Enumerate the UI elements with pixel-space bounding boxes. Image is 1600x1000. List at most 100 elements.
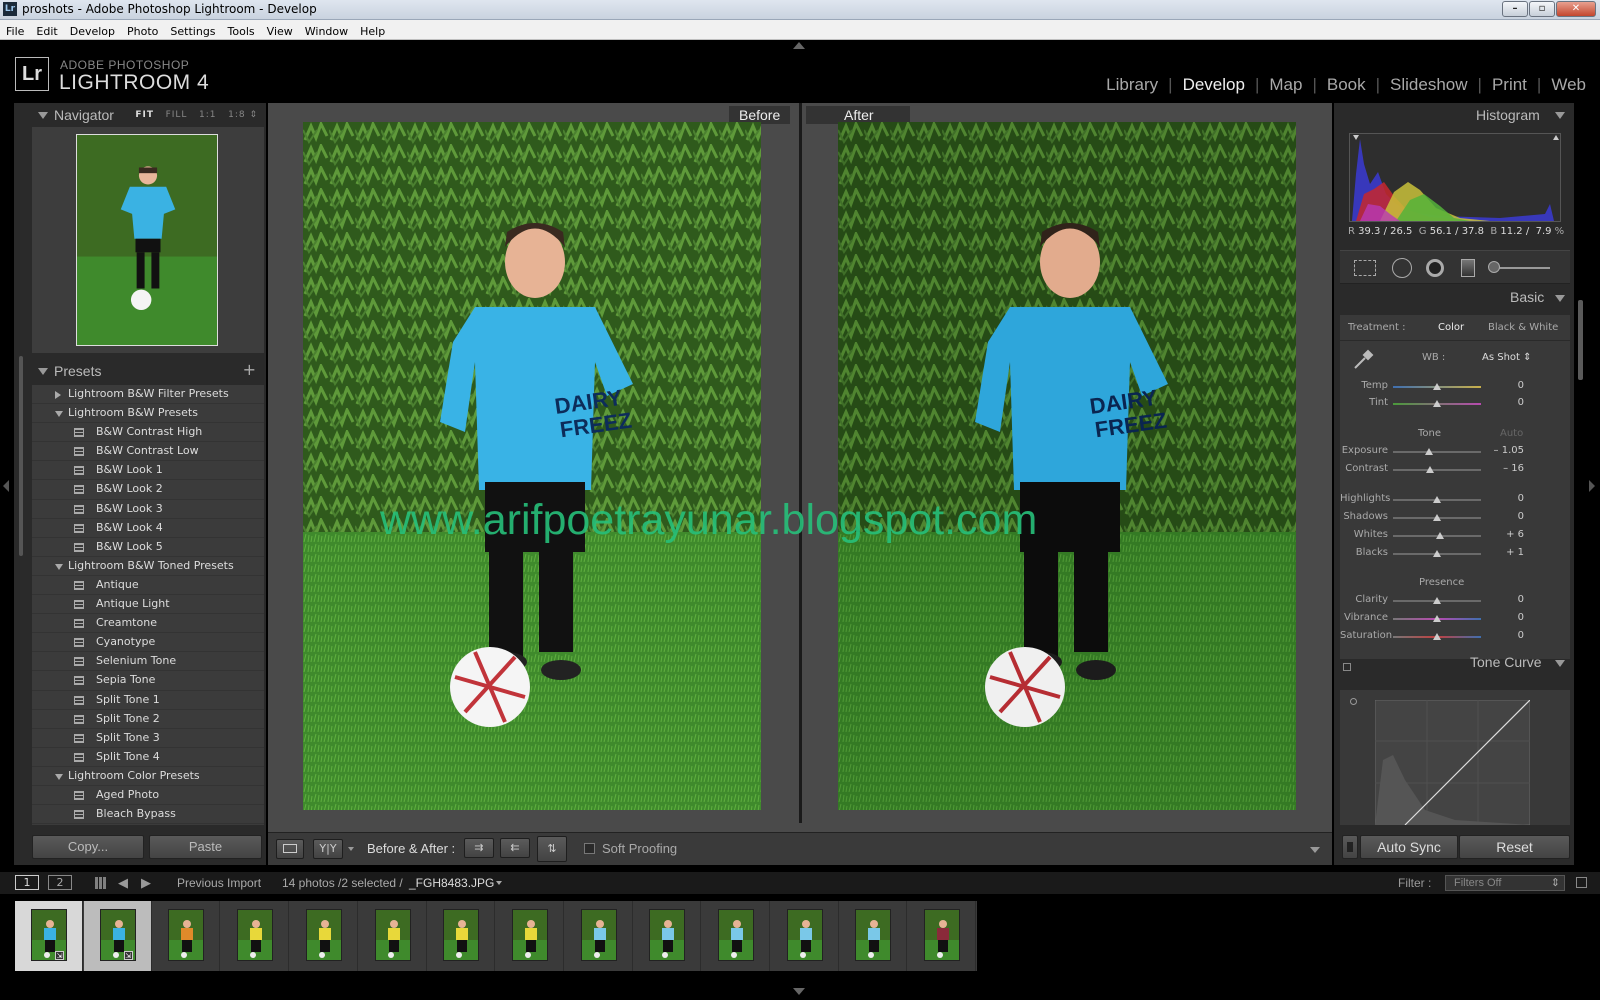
collapse-navigator-icon[interactable] [38,112,48,119]
main-window-button[interactable]: 1 [15,875,39,890]
slider-thumb-contrast[interactable] [1425,466,1434,473]
filmstrip-thumbnail[interactable] [702,901,770,971]
copy-before-to-after-button[interactable]: ⇉ [464,838,494,858]
swap-before-after-button[interactable]: ⇅ [537,836,567,862]
zoom-fill[interactable]: FILL [166,110,188,120]
red-eye-icon[interactable] [1426,259,1444,277]
soft-proofing-checkbox[interactable] [584,843,595,854]
preset-item[interactable]: Creamtone [32,614,264,634]
filmstrip-thumbnail[interactable]: ⇲ [15,901,83,971]
module-slideshow[interactable]: Slideshow [1390,75,1468,94]
slider-value-saturation[interactable]: 0 [1484,630,1524,641]
slider-thumb-saturation[interactable] [1433,633,1441,640]
slider-contrast[interactable] [1393,469,1481,471]
module-print[interactable]: Print [1492,75,1527,94]
back-arrow-icon[interactable]: ◀ [118,876,128,891]
preset-folder[interactable]: Lightroom Color Presets [32,767,264,786]
module-book[interactable]: Book [1327,75,1366,94]
module-web[interactable]: Web [1551,75,1586,94]
preset-item[interactable]: Selenium Tone [32,652,264,672]
auto-sync-button[interactable]: Auto Sync [1360,835,1458,859]
tone-curve-toggle[interactable] [1343,663,1351,671]
menu-edit[interactable]: Edit [30,22,63,42]
slider-value-highlights[interactable]: 0 [1484,493,1524,504]
collapse-histogram-icon[interactable] [1555,112,1565,119]
copy-after-to-before-button[interactable]: ⇇ [500,838,530,858]
slider-value-temp[interactable]: 0 [1484,380,1524,391]
preset-item[interactable]: Bleach Bypass [32,805,264,825]
filmstrip-thumbnail[interactable] [633,901,702,971]
forward-arrow-icon[interactable]: ▶ [141,876,151,891]
preset-item[interactable]: B&W Look 4 [32,519,264,538]
preset-item[interactable]: Aged Photo [32,786,264,806]
preset-item[interactable]: Sepia Tone [32,671,264,691]
left-panel-scrollbar[interactable] [19,356,23,556]
zoom-ratio[interactable]: 1:8 [228,110,245,120]
preset-item[interactable]: B&W Contrast Low [32,442,264,462]
zoom-fit[interactable]: FIT [135,110,154,120]
filmstrip-thumbnail[interactable] [359,901,427,971]
filmstrip-thumbnail[interactable] [771,901,839,971]
slider-thumb-clarity[interactable] [1433,597,1441,604]
right-panel-scrollbar[interactable] [1578,300,1583,380]
wb-select[interactable]: As Shot ⇕ [1482,352,1532,363]
menu-develop[interactable]: Develop [64,22,121,42]
after-photo[interactable]: DAIRY FREEZ [838,122,1296,810]
grid-view-icon[interactable] [95,877,107,889]
right-panel-toggle-icon[interactable] [1589,480,1595,492]
slider-value-whites[interactable]: + 6 [1484,529,1524,540]
filmstrip-thumbnail[interactable]: ⇲ [83,901,152,971]
preset-item[interactable]: Split Tone 3 [32,729,264,748]
filmstrip-thumbnail[interactable] [839,901,908,971]
add-preset-icon[interactable]: + [243,360,256,379]
slider-value-blacks[interactable]: + 1 [1484,547,1524,558]
spot-removal-icon[interactable] [1392,258,1412,278]
preset-item[interactable]: Split Tone 2 [32,710,264,729]
before-photo[interactable]: DAIRY FREEZ [303,122,761,810]
crop-tool-icon[interactable] [1354,260,1376,276]
collapse-tone-curve-icon[interactable] [1555,660,1565,667]
menu-tools[interactable]: Tools [222,22,261,42]
graduated-filter-icon[interactable] [1461,259,1475,277]
filmstrip-thumbnail[interactable] [908,901,977,971]
bottom-panel-toggle-icon[interactable] [793,988,805,995]
menu-settings[interactable]: Settings [164,22,221,42]
treatment-bw-option[interactable]: Black & White [1488,322,1558,333]
slider-thumb-whites[interactable] [1435,532,1444,539]
toolbar-menu-icon[interactable] [1310,847,1320,853]
before-after-view-button[interactable]: Y|Y [313,839,343,859]
preset-folder[interactable]: Lightroom B&W Presets [32,404,264,424]
close-button[interactable]: ✕ [1556,1,1596,17]
module-map[interactable]: Map [1269,75,1302,94]
slider-thumb-blacks[interactable] [1433,550,1442,557]
slider-thumb-exposure[interactable] [1425,448,1434,455]
menu-help[interactable]: Help [354,22,391,42]
filename-dropdown-icon[interactable] [496,881,502,885]
menu-photo[interactable]: Photo [121,22,164,42]
reset-button[interactable]: Reset [1459,835,1570,859]
left-panel-toggle-icon[interactable] [3,480,9,492]
tone-curve-graph[interactable] [1375,700,1530,825]
auto-tone-button[interactable]: Auto [1500,428,1523,439]
menu-view[interactable]: View [261,22,299,42]
folder-expanded-icon[interactable] [55,773,63,780]
secondary-window-button[interactable]: 2 [48,875,72,890]
slider-value-vibrance[interactable]: 0 [1484,612,1524,623]
preset-item[interactable]: B&W Contrast High [32,423,264,443]
slider-value-exposure[interactable]: – 1.05 [1484,445,1524,456]
preset-item[interactable]: Antique Light [32,595,264,615]
copy-settings-button[interactable]: Copy... [32,835,144,859]
folder-collapsed-icon[interactable] [55,391,61,399]
maximize-button[interactable]: ▫ [1529,1,1555,17]
filter-select[interactable]: Filters Off ⇕ [1445,875,1565,891]
folder-expanded-icon[interactable] [55,411,63,418]
filmstrip-thumbnail[interactable] [496,901,564,971]
filmstrip-thumbnail[interactable] [565,901,633,971]
filmstrip-thumbnail[interactable] [221,901,290,971]
filmstrip-thumbnail[interactable] [290,901,358,971]
filmstrip-source[interactable]: Previous Import [177,876,261,890]
preset-folder[interactable]: Lightroom B&W Filter Presets [32,385,264,405]
top-panel-toggle-icon[interactable] [793,42,805,49]
navigator-photo[interactable] [76,134,218,346]
treatment-color-option[interactable]: Color [1438,322,1464,333]
